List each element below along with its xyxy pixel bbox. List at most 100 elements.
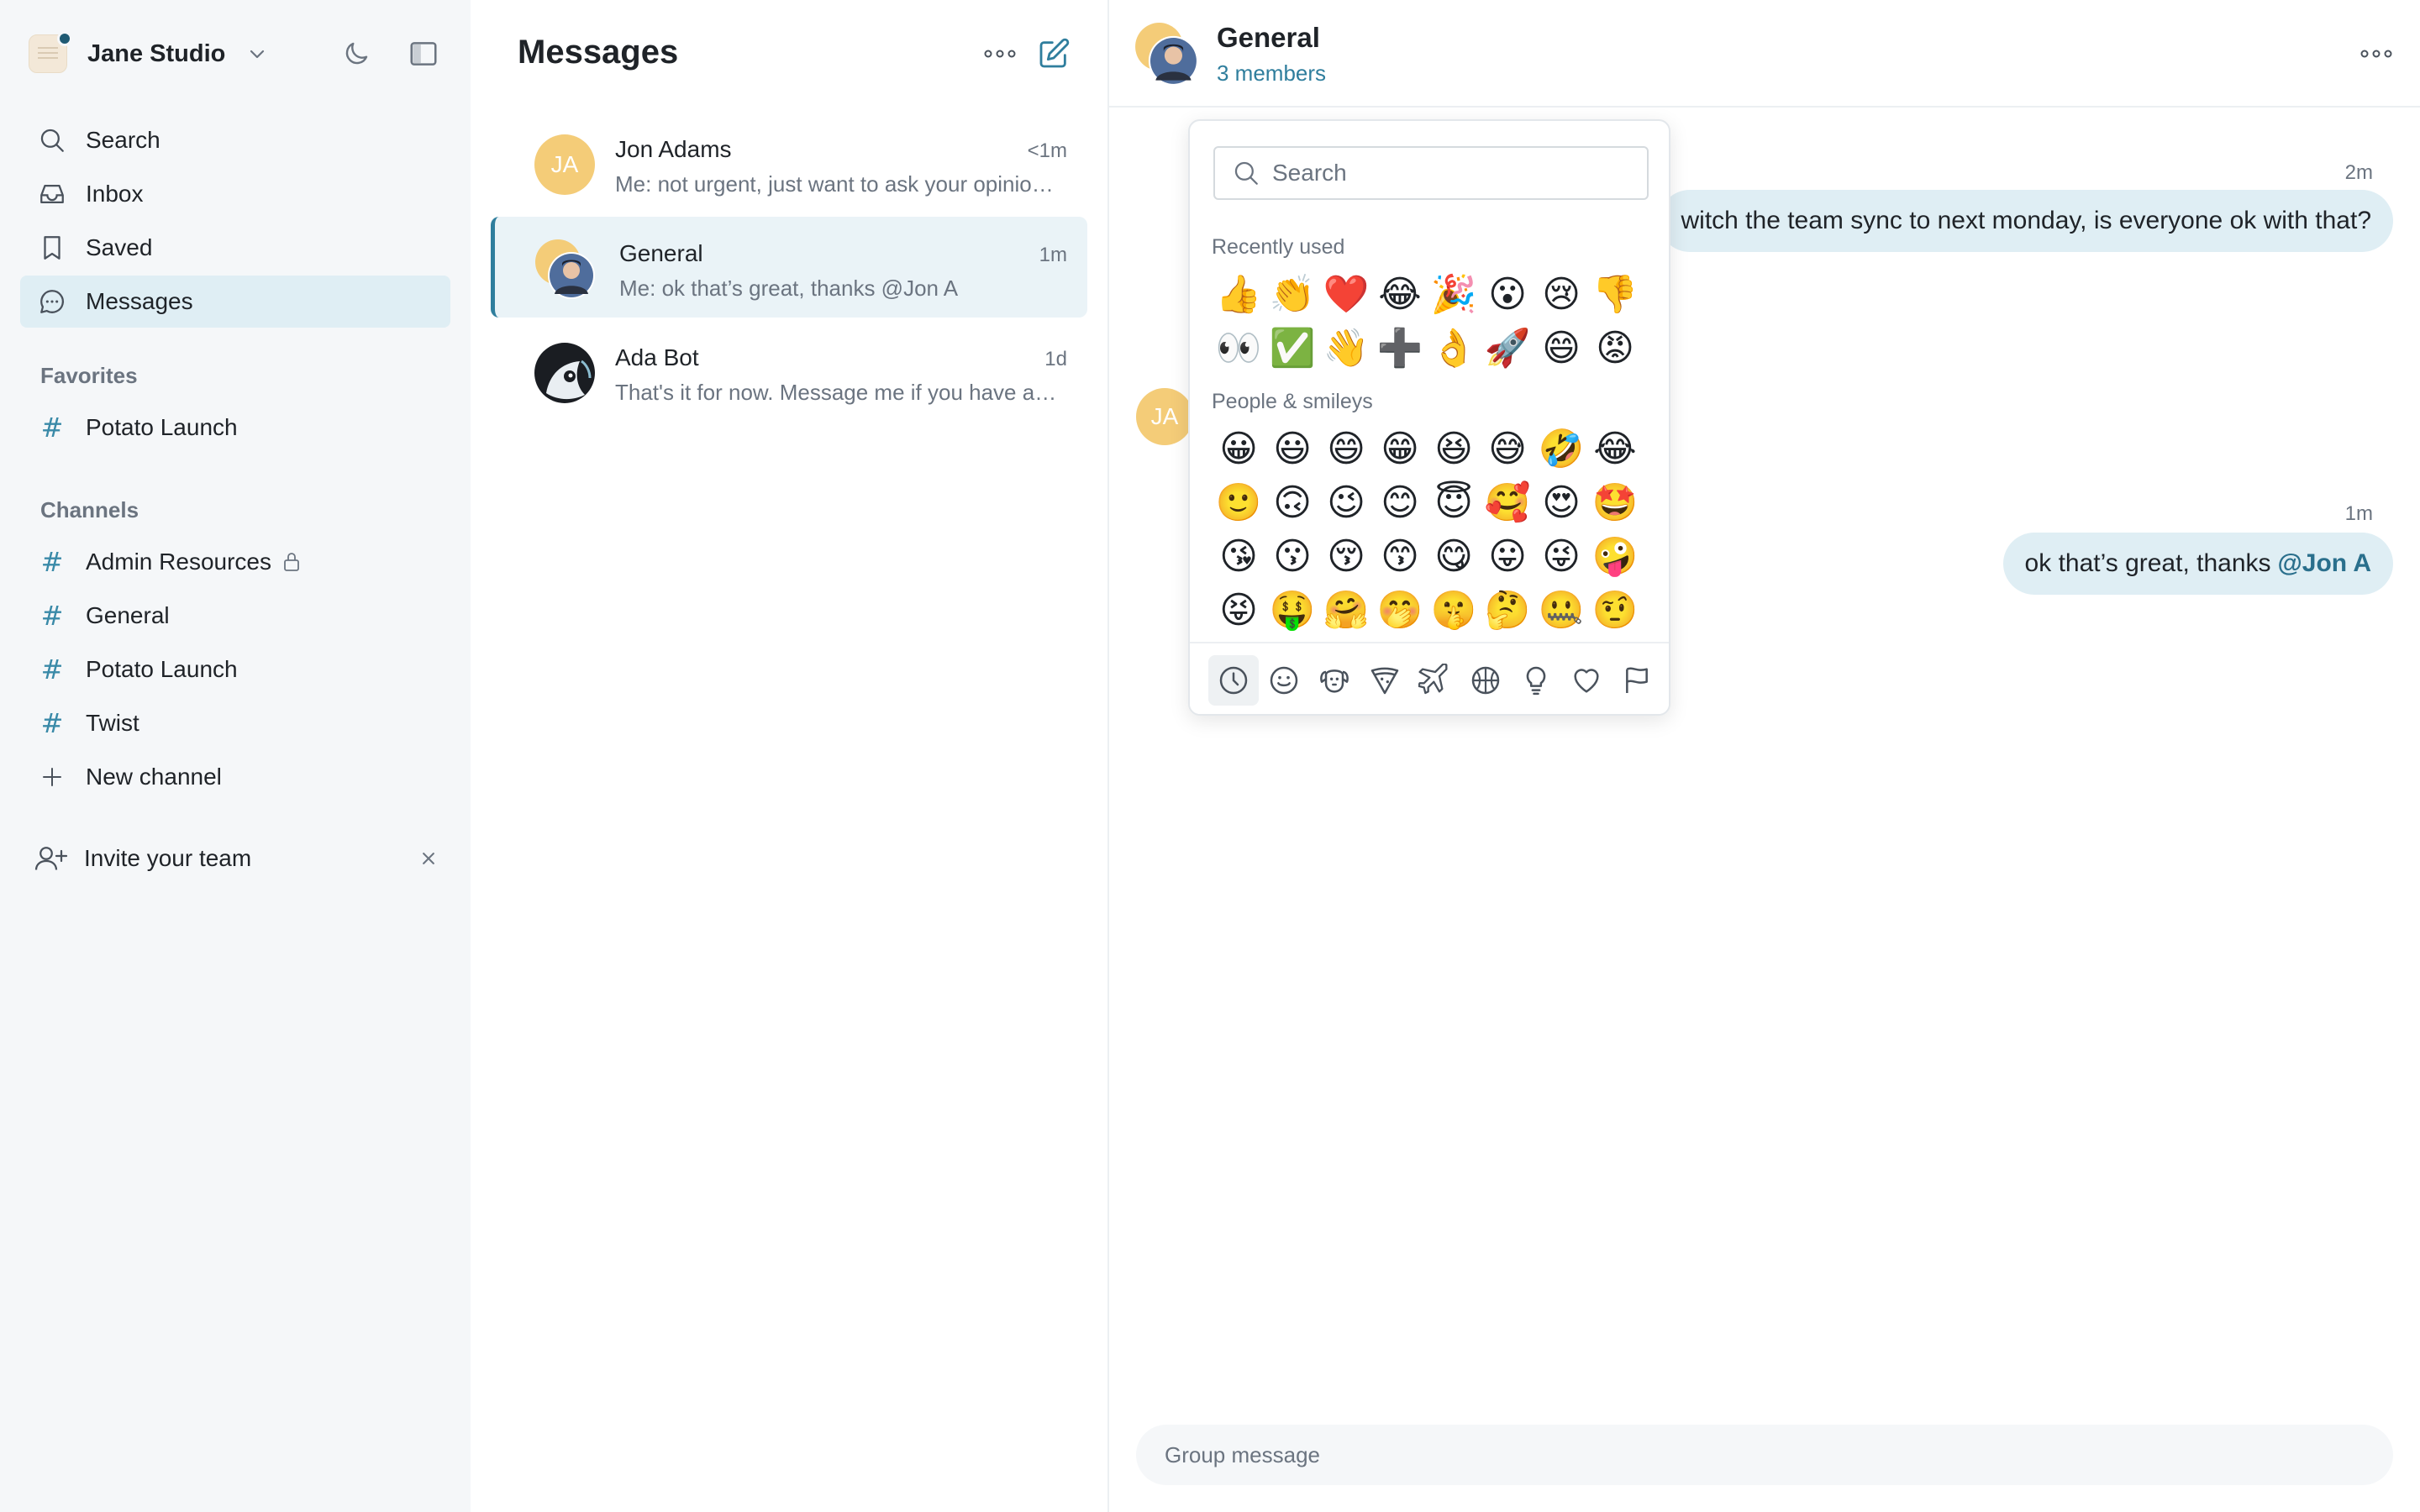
airplane-icon <box>1418 664 1448 695</box>
tab-recent[interactable] <box>1208 655 1259 706</box>
emoji-button[interactable]: 😮 <box>1481 267 1534 321</box>
emoji-button[interactable]: 🤣 <box>1534 422 1588 475</box>
new-channel-button[interactable]: New channel <box>20 751 450 803</box>
conversation-time: 1d <box>1044 348 1067 370</box>
dark-mode-toggle[interactable] <box>339 37 373 71</box>
emoji-button[interactable]: 🤭 <box>1373 583 1427 637</box>
emoji-button[interactable]: ❤️ <box>1319 267 1373 321</box>
emoji-button[interactable]: 😡 <box>1588 321 1642 375</box>
emoji-button[interactable]: 🤑 <box>1265 583 1319 637</box>
tab-objects[interactable] <box>1511 655 1561 706</box>
emoji-button[interactable]: 😘 <box>1212 529 1265 583</box>
emoji-button[interactable]: 👏 <box>1265 267 1319 321</box>
workspace-logo <box>29 31 72 73</box>
members-link[interactable]: 3 members <box>1217 60 1326 87</box>
nav-saved[interactable]: Saved <box>20 222 450 274</box>
conversation-ada-bot[interactable]: Ada Bot 1d That's it for now. Message me… <box>491 321 1087 422</box>
nav-inbox[interactable]: Inbox <box>20 168 450 220</box>
tab-food[interactable] <box>1360 655 1410 706</box>
channel-admin-resources[interactable]: # Admin Resources <box>20 536 450 588</box>
tab-activities[interactable] <box>1460 655 1511 706</box>
tab-smileys[interactable] <box>1259 655 1309 706</box>
emoji-button[interactable]: 😢 <box>1534 267 1588 321</box>
nav-search[interactable]: Search <box>20 114 450 166</box>
emoji-picker: Recently used 👍👏❤️😂🎉😮😢👎👀✅👋➕👌🚀😄😡 People &… <box>1188 119 1670 716</box>
emoji-button[interactable]: 🤔 <box>1481 583 1534 637</box>
emoji-button[interactable]: 😄 <box>1319 422 1373 475</box>
tab-animals[interactable] <box>1309 655 1360 706</box>
conversation-name: Jon Adams <box>615 136 732 162</box>
emoji-button[interactable]: 😍 <box>1534 475 1588 529</box>
emoji-button[interactable]: ➕ <box>1373 321 1427 375</box>
invite-team-banner[interactable]: Invite your team <box>34 835 440 882</box>
channel-twist[interactable]: # Twist <box>20 697 450 749</box>
emoji-button[interactable]: 👎 <box>1588 267 1642 321</box>
add-user-icon <box>34 843 69 874</box>
channel-label: Potato Launch <box>86 656 238 682</box>
emoji-button[interactable]: 😉 <box>1319 475 1373 529</box>
emoji-button[interactable]: 😇 <box>1427 475 1481 529</box>
dog-icon <box>1320 669 1349 693</box>
moon-icon <box>345 42 368 65</box>
flag-icon <box>1626 667 1648 693</box>
emoji-button[interactable]: 😜 <box>1534 529 1588 583</box>
emoji-button[interactable]: 🥰 <box>1481 475 1534 529</box>
emoji-button[interactable]: 😊 <box>1373 475 1427 529</box>
emoji-button[interactable]: 😋 <box>1427 529 1481 583</box>
favorite-potato-launch[interactable]: # Potato Launch <box>20 402 450 454</box>
tab-travel[interactable] <box>1410 655 1460 706</box>
emoji-button[interactable]: 😗 <box>1265 529 1319 583</box>
channel-general[interactable]: # General <box>20 590 450 642</box>
channel-potato-launch[interactable]: # Potato Launch <box>20 643 450 696</box>
emoji-button[interactable]: 🎉 <box>1427 267 1481 321</box>
emoji-button[interactable]: 👀 <box>1212 321 1265 375</box>
emoji-button[interactable]: 🤪 <box>1588 529 1642 583</box>
message-bubble: ok that’s great, thanks @Jon A <box>2002 533 2393 595</box>
emoji-button[interactable]: 😀 <box>1212 422 1265 475</box>
sidebar-icon <box>410 42 437 66</box>
message-composer[interactable]: Group message <box>1136 1425 2393 1485</box>
tab-symbols[interactable] <box>1561 655 1612 706</box>
workspace-switcher[interactable]: Jane Studio <box>29 31 267 76</box>
emoji-button[interactable]: 😛 <box>1481 529 1534 583</box>
emoji-button[interactable]: 🤫 <box>1427 583 1481 637</box>
emoji-button[interactable]: 👌 <box>1427 321 1481 375</box>
emoji-button[interactable]: 😁 <box>1373 422 1427 475</box>
emoji-button[interactable]: 😙 <box>1373 529 1427 583</box>
emoji-button[interactable]: 😚 <box>1319 529 1373 583</box>
toggle-sidebar-button[interactable] <box>407 37 440 71</box>
emoji-button[interactable]: 😂 <box>1373 267 1427 321</box>
emoji-button[interactable]: 😝 <box>1212 583 1265 637</box>
emoji-button[interactable]: 👍 <box>1212 267 1265 321</box>
chat-more-button[interactable] <box>2358 37 2395 71</box>
emoji-search[interactable] <box>1213 146 1649 200</box>
emoji-button[interactable]: 🤨 <box>1588 583 1642 637</box>
conversation-general[interactable]: General 1m Me: ok that’s great, thanks @… <box>491 217 1087 318</box>
emoji-button[interactable]: 😂 <box>1588 422 1642 475</box>
emoji-button[interactable]: 😅 <box>1481 422 1534 475</box>
emoji-button[interactable]: 🤩 <box>1588 475 1642 529</box>
emoji-search-input[interactable] <box>1272 160 1625 186</box>
close-icon[interactable] <box>417 847 440 870</box>
emoji-button[interactable]: ✅ <box>1265 321 1319 375</box>
more-options-button[interactable] <box>981 37 1018 71</box>
emoji-button[interactable]: 😄 <box>1534 321 1588 375</box>
emoji-button[interactable]: 🚀 <box>1481 321 1534 375</box>
mention-link[interactable]: @Jon A <box>2278 549 2371 578</box>
tab-flags[interactable] <box>1612 655 1662 706</box>
emoji-button[interactable]: 🙂 <box>1212 475 1265 529</box>
message-text: witch the team sync to next monday, is e… <box>1681 207 2371 234</box>
conversation-time: 1m <box>1039 244 1067 266</box>
conversation-jon-adams[interactable]: JA Jon Adams <1m Me: not urgent, just wa… <box>491 113 1087 213</box>
emoji-button[interactable]: 👋 <box>1319 321 1373 375</box>
nav-messages[interactable]: Messages <box>20 276 450 328</box>
emoji-button[interactable]: 🤗 <box>1319 583 1373 637</box>
emoji-button[interactable]: 😃 <box>1265 422 1319 475</box>
emoji-button[interactable]: 🙃 <box>1265 475 1319 529</box>
smiley-icon <box>1270 666 1298 695</box>
compose-button[interactable] <box>1037 37 1071 71</box>
emoji-button[interactable]: 🤐 <box>1534 583 1588 637</box>
basketball-icon <box>1471 666 1500 695</box>
lock-icon <box>281 551 302 573</box>
emoji-button[interactable]: 😆 <box>1427 422 1481 475</box>
